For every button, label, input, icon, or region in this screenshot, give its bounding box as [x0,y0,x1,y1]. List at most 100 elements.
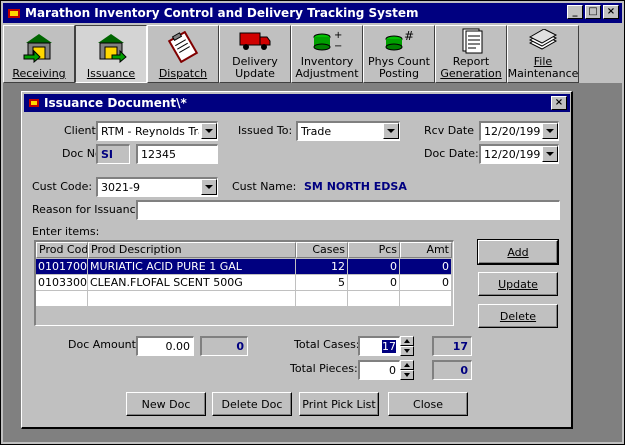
app-window: Marathon Inventory Control and Delivery … [0,0,625,445]
truck-icon [239,32,271,50]
doc-date-value: 12/20/1999 [484,148,540,161]
issuance-dialog: Issuance Document\* × Client: RTM - Reyn… [21,91,573,429]
close-button[interactable]: Close [388,392,468,416]
doc-no-input[interactable]: 12345 [136,144,218,164]
phys-count-posting-button[interactable]: # Phys Count Posting [363,25,435,83]
rcv-date-picker[interactable]: 12/20/1999 [479,121,559,141]
items-grid[interactable]: Prod Code Prod Description Cases Pcs Amt… [34,240,454,326]
chevron-down-icon[interactable] [201,179,217,195]
doc-amount-total: 0 [200,336,248,356]
maximize-button[interactable]: □ [585,5,601,19]
report-generation-button[interactable]: Report Generation [435,25,507,83]
chevron-down-icon[interactable] [201,123,217,139]
total-pieces-spinner[interactable] [400,360,414,380]
svg-text:−: − [334,41,342,52]
col-cases[interactable]: Cases [296,242,348,258]
report-generation-label: Report Generation [440,55,502,80]
svg-text:+: + [334,30,342,41]
grid-header: Prod Code Prod Description Cases Pcs Amt [36,242,452,258]
cell-amt: 0 [400,275,452,291]
app-titlebar: Marathon Inventory Control and Delivery … [3,3,622,23]
print-pick-list-button[interactable]: Print Pick List [299,392,379,416]
update-button[interactable]: Update [478,272,558,296]
cell-amt: 0 [400,259,452,275]
dispatch-button[interactable]: Dispatch [147,25,219,83]
main-toolbar: Receiving Issuance Dispatch Delivery Upda… [3,25,622,83]
cust-code-combo[interactable]: 3021-9 [96,177,218,197]
table-row-empty[interactable] [36,291,452,307]
client-combo[interactable]: RTM - Reynolds Tra [96,121,218,141]
spin-down-icon[interactable] [400,370,414,380]
issuance-button[interactable]: Issuance [75,25,147,83]
doc-amount-input[interactable]: 0.00 [136,336,194,356]
cell-desc: MURIATIC ACID PURE 1 GAL [88,259,296,275]
app-icon [8,9,20,18]
receiving-button[interactable]: Receiving [3,25,75,83]
minimize-button[interactable]: _ [567,5,583,19]
spin-down-icon[interactable] [400,346,414,356]
issuance-label: Issuance [86,67,136,80]
dispatch-label: Dispatch [158,67,208,80]
total-cases-spinner[interactable] [400,336,414,356]
delete-doc-button[interactable]: Delete Doc [212,392,292,416]
col-amt[interactable]: Amt [400,242,452,258]
issued-to-value: Trade [301,125,332,138]
reason-input[interactable] [136,200,560,220]
cell-cases: 12 [296,259,348,275]
doc-amount-label: Doc Amount: [68,338,140,351]
doc-prefix-field: SI [96,144,130,164]
col-prod-desc[interactable]: Prod Description [88,242,296,258]
warehouse-out-icon [98,34,127,63]
chevron-down-icon[interactable] [383,123,399,139]
add-button[interactable]: Add [477,239,559,265]
total-pieces-input[interactable]: 0 [358,360,400,380]
file-maintenance-button[interactable]: File Maintenance [507,25,579,83]
plus-minus-icon: +− [313,30,342,52]
total-pieces-label: Total Pieces: [290,362,358,375]
rcv-date-label: Rcv Date [424,124,474,137]
issued-to-label: Issued To: [238,124,293,137]
close-app-button[interactable]: × [603,5,619,19]
receiving-label: Receiving [12,67,66,80]
cell-pcs: 0 [348,275,400,291]
cust-code-label: Cust Code: [32,180,93,193]
dialog-icon [29,99,39,107]
spin-up-icon[interactable] [400,336,414,346]
inventory-adjustment-label: Inventory Adjustment [295,55,359,80]
svg-text:#: # [404,29,414,43]
enter-items-label: Enter items: [32,225,100,238]
cust-name-label: Cust Name: [232,180,297,193]
file-maintenance-label: File Maintenance [507,55,579,80]
client-value: RTM - Reynolds Tra [101,125,199,138]
cell-code: 01017000 [36,259,88,275]
delivery-update-label: Delivery Update [232,55,278,80]
col-prod-code[interactable]: Prod Code [36,242,88,258]
warehouse-in-icon [23,34,52,63]
hash-icon: # [385,29,414,51]
cust-code-value: 3021-9 [101,181,140,194]
dialog-close-button[interactable]: × [551,96,567,110]
doc-date-picker[interactable]: 12/20/1999 [479,144,559,164]
spin-up-icon[interactable] [400,360,414,370]
issued-to-combo[interactable]: Trade [296,121,400,141]
new-doc-button[interactable]: New Doc [126,392,206,416]
chevron-down-icon[interactable] [542,123,558,139]
col-pcs[interactable]: Pcs [348,242,400,258]
app-title: Marathon Inventory Control and Delivery … [25,6,419,20]
inventory-adjustment-button[interactable]: + − Inventory Adjustment [291,25,363,83]
doc-date-label: Doc Date: [424,147,479,160]
total-cases-display: 17 [432,336,472,356]
cust-name-value: SM NORTH EDSA [304,180,407,193]
chevron-down-icon[interactable] [542,146,558,162]
table-row[interactable]: 01033000 CLEAN.FLOFAL SCENT 500G 5 0 0 [36,275,452,291]
report-icon [462,28,483,54]
total-pieces-display: 0 [432,360,472,380]
total-cases-input[interactable]: 17 [358,336,400,356]
delivery-update-button[interactable]: Delivery Update [219,25,291,83]
reason-label: Reason for Issuance: [32,203,147,216]
delete-button[interactable]: Delete [478,304,558,328]
papers-icon [528,29,558,50]
table-row[interactable]: 01017000 MURIATIC ACID PURE 1 GAL 12 0 0 [36,259,452,275]
rcv-date-value: 12/20/1999 [484,125,540,138]
cell-pcs: 0 [348,259,400,275]
